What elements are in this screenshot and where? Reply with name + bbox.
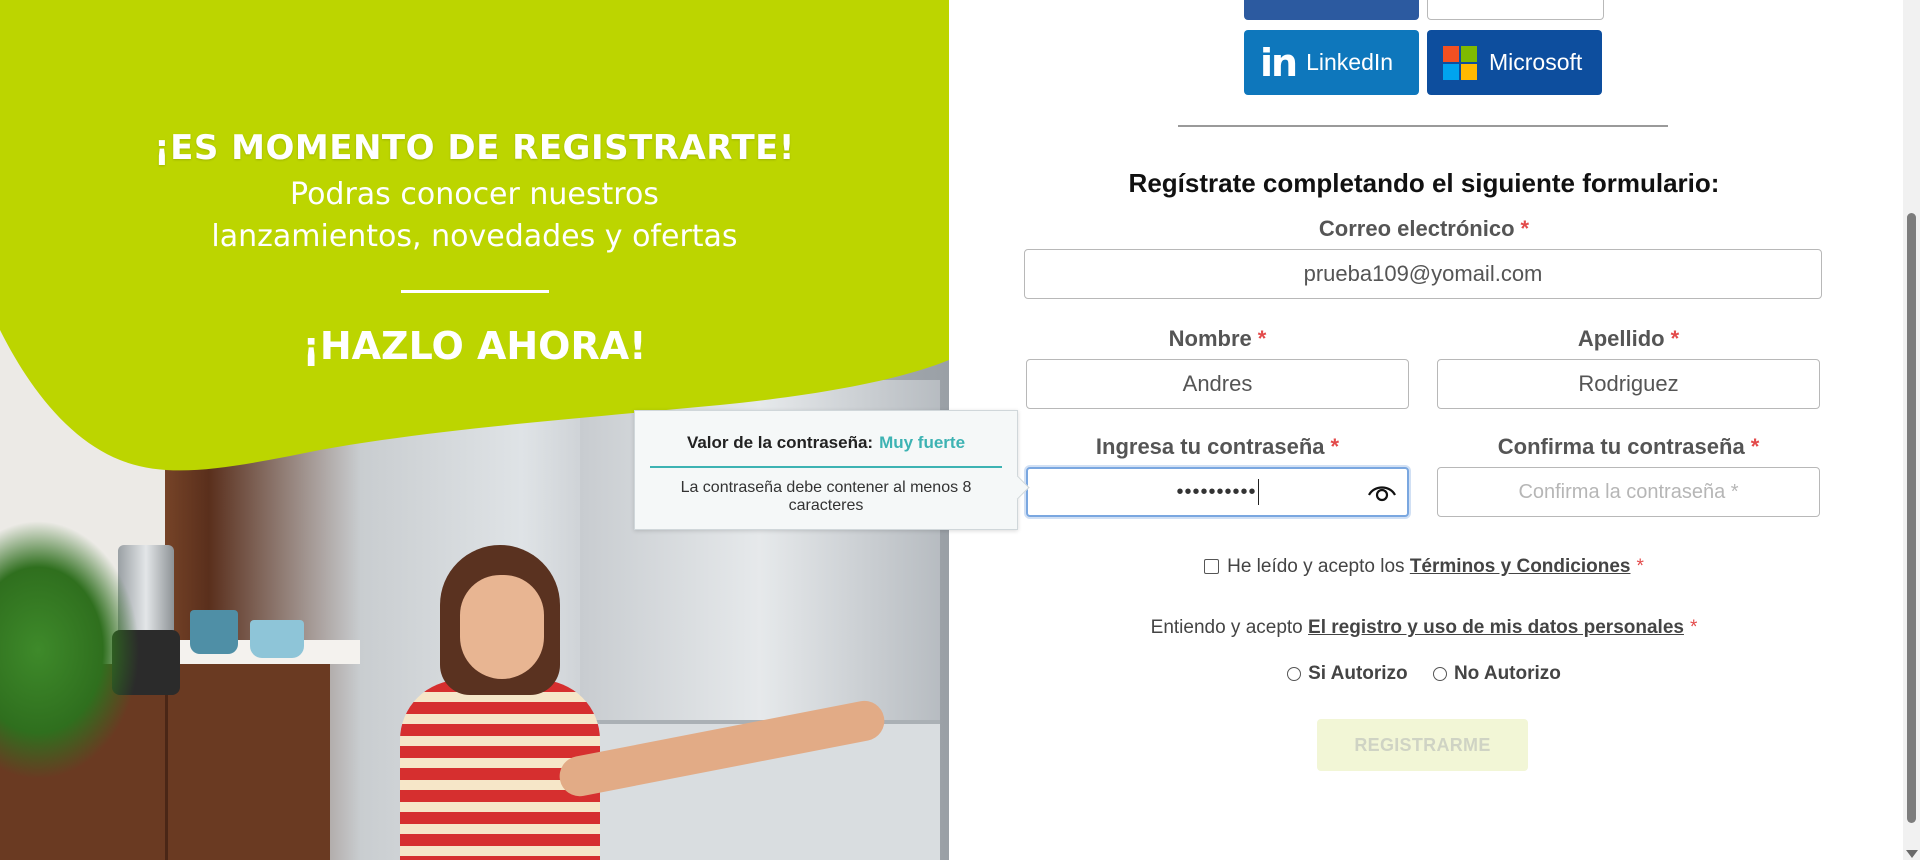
email-field[interactable]: prueba109@yomail.com [1024,249,1822,299]
text-caret [1257,479,1259,505]
scroll-down-icon[interactable] [1906,850,1918,858]
data-consent-row: Entiendo y acepto El registro y uso de m… [1024,617,1824,639]
terms-checkbox[interactable] [1204,559,1220,575]
hero-subtitle-line: lanzamientos, novedades y ofertas [211,219,738,254]
last-name-field-value: Rodriguez [1578,371,1679,396]
password-hint: La contraseña debe contener al menos 8 c… [680,479,972,514]
password-strength-value: Muy fuerte [879,433,966,452]
data-consent-text: Entiendo y acepto [1150,617,1303,638]
radio-option-no[interactable]: No Autorizo [1432,663,1561,684]
confirm-password-label-text: Confirma tu contraseña [1497,434,1745,459]
hero-divider [401,290,549,293]
first-name-field[interactable]: Andres [1026,359,1409,409]
password-label: Ingresa tu contraseña * [1026,434,1409,460]
last-name-field[interactable]: Rodriguez [1437,359,1820,409]
microsoft-icon [1443,45,1477,80]
tooltip-divider [650,466,1002,468]
section-divider [1178,125,1668,127]
microsoft-button-label: Microsoft [1489,49,1583,75]
radio-no-label: No Autorizo [1453,663,1561,684]
show-password-icon[interactable] [1367,481,1397,505]
scrollbar-thumb[interactable] [1907,213,1916,823]
email-label: Correo electrónico * [1024,216,1824,242]
required-mark: * [1670,326,1680,351]
password-field-value: •••••••••• [1176,480,1257,503]
last-name-label-text: Apellido [1577,326,1665,351]
email-field-value: prueba109@yomail.com [1303,261,1543,286]
first-name-label: Nombre * [1026,326,1409,352]
required-mark: * [1750,434,1760,459]
radio-yes[interactable] [1287,666,1302,681]
hero-subtitle: Podras conocer nuestros lanzamientos, no… [0,174,949,258]
data-consent-link[interactable]: El registro y uso de mis datos personale… [1308,617,1684,638]
confirm-password-field[interactable]: Confirma la contraseña * [1437,467,1820,517]
register-button[interactable]: REGISTRARME [1317,719,1528,771]
person-face [460,575,544,679]
linkedin-button[interactable]: in LinkedIn [1244,30,1419,95]
email-label-text: Correo electrónico [1318,216,1515,241]
password-label-text: Ingresa tu contraseña [1095,434,1325,459]
password-strength-label: Valor de la contraseña: [686,433,874,452]
last-name-label: Apellido * [1437,326,1820,352]
password-strength-row: Valor de la contraseña: Muy fuerte [635,433,1017,453]
consent-radio-group: Si Autorizo No Autorizo [1024,663,1824,685]
first-name-field-value: Andres [1182,371,1253,396]
terms-link[interactable]: Términos y Condiciones [1410,556,1631,577]
google-button[interactable] [1427,0,1604,20]
hero-cta: ¡HAZLO AHORA! [302,324,647,368]
linkedin-button-label: LinkedIn [1306,49,1394,75]
mug-image [190,610,238,654]
terms-row: He leído y acepto los Términos y Condici… [1024,556,1824,578]
confirm-password-label: Confirma tu contraseña * [1437,434,1820,460]
facebook-button[interactable] [1244,0,1419,20]
form-title: Regístrate completando el siguiente form… [1128,168,1720,198]
required-mark: * [1257,326,1267,351]
first-name-label-text: Nombre [1168,326,1252,351]
page-scrollbar[interactable] [1903,0,1920,860]
radio-option-yes[interactable]: Si Autorizo [1287,663,1408,684]
hero-subtitle-line: Podras conocer nuestros [290,177,659,212]
plant-image [0,520,140,780]
confirm-password-placeholder: Confirma la contraseña * [1518,480,1739,503]
required-mark: * [1330,434,1340,459]
password-strength-tooltip: Valor de la contraseña: Muy fuerte La con… [634,410,1018,530]
microsoft-button[interactable]: Microsoft [1427,30,1602,95]
radio-no[interactable] [1432,666,1447,681]
required-mark: * [1520,216,1530,241]
radio-yes-label: Si Autorizo [1308,663,1408,684]
password-field[interactable]: •••••••••• [1026,467,1409,517]
required-mark: * [1689,617,1698,638]
linkedin-icon: in [1260,40,1298,85]
mug-image [250,620,304,658]
terms-text: He leído y acepto los [1227,556,1405,577]
hero-headline: ¡ES MOMENTO DE REGISTRARTE! [154,128,795,168]
required-mark: * [1636,556,1644,577]
